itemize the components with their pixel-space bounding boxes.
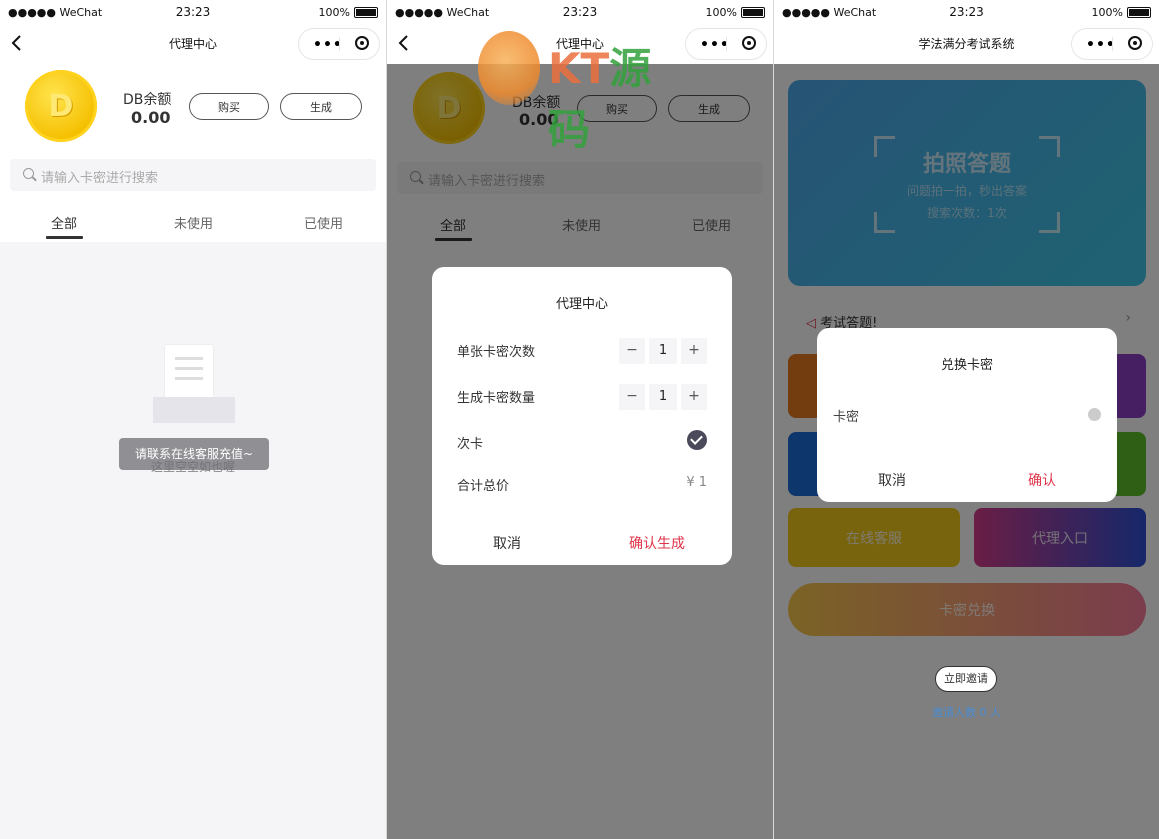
generate-button[interactable]: 生成	[280, 93, 362, 120]
battery-percent: 100%	[318, 6, 350, 19]
miniprogram-capsule: •••	[1071, 28, 1153, 60]
dialog-title: 兑换卡密	[940, 358, 993, 373]
decrement-button[interactable]: −	[619, 338, 645, 364]
agent-center-screen: ●●●●● WeChat 23:23 100% 代理中心 ••• D DB余额 …	[0, 0, 386, 839]
tray-icon	[153, 397, 235, 423]
battery-percent: 100%	[1091, 6, 1123, 19]
active-tab-indicator	[46, 236, 83, 239]
tab-used[interactable]: 已使用	[304, 213, 343, 232]
increment-button[interactable]: +	[681, 338, 707, 364]
close-miniprogram-icon[interactable]	[1128, 36, 1142, 50]
tab-all[interactable]: 全部	[51, 213, 77, 232]
buy-button[interactable]: 购买	[189, 93, 269, 120]
cancel-button[interactable]: 取消	[817, 470, 967, 490]
invite-count: 邀请人数 0 人	[932, 706, 1001, 719]
status-bar: ●●●●● WeChat 23:23 100%	[0, 0, 386, 24]
per-card-count-stepper: − 1 +	[619, 338, 707, 364]
dialog-title: 代理中心	[555, 297, 608, 312]
tab-unused[interactable]: 未使用	[174, 213, 213, 232]
exam-system-screen: ●●●●● WeChat 23:23 100% 学法满分考试系统 ••• 拍照答…	[774, 0, 1159, 839]
document-icon	[165, 345, 213, 401]
total-price-value: ¥ 1	[686, 475, 707, 490]
card-code-input[interactable]: 卡密	[833, 406, 859, 425]
coin-icon: D	[25, 70, 97, 142]
toast-message: 请联系在线客服充值~	[119, 438, 269, 470]
miniprogram-capsule: •••	[685, 28, 767, 60]
confirm-button[interactable]: 确认	[967, 470, 1117, 490]
count-card-label: 次卡	[457, 437, 484, 452]
stepper-value[interactable]: 1	[649, 384, 677, 410]
nav-bar: 代理中心 •••	[0, 24, 386, 64]
increment-button[interactable]: +	[681, 384, 707, 410]
redeem-card-dialog: 兑换卡密 卡密 取消 确认	[817, 328, 1117, 502]
agent-center-generate-screen: ●●●●● WeChat 23:23 100% 代理中心 ••• D DB余额 …	[387, 0, 773, 839]
stepper-value[interactable]: 1	[649, 338, 677, 364]
close-miniprogram-icon[interactable]	[742, 36, 756, 50]
close-miniprogram-icon[interactable]	[355, 36, 369, 50]
card-quantity-stepper: − 1 +	[619, 384, 707, 410]
search-placeholder: 请输入卡密进行搜索	[41, 171, 159, 186]
filter-tabs: 全部 未使用 已使用	[0, 204, 386, 240]
total-price-label: 合计总价	[457, 479, 510, 494]
miniprogram-capsule: •••	[298, 28, 380, 60]
card-quantity-label: 生成卡密数量	[457, 391, 536, 406]
status-bar: ●●●●● WeChat 23:23 100%	[774, 0, 1159, 24]
count-card-check-icon[interactable]	[687, 430, 707, 450]
invite-button[interactable]: 立即邀请	[935, 666, 997, 692]
search-icon	[23, 168, 34, 179]
battery-icon	[741, 7, 765, 18]
confirm-generate-button[interactable]: 确认生成	[582, 533, 732, 553]
cancel-button[interactable]: 取消	[432, 533, 582, 553]
battery-icon	[1127, 7, 1151, 18]
nav-bar: 代理中心 •••	[387, 24, 773, 64]
balance-header: D DB余额 0.00 购买 生成 请输入卡密进行搜索 全部 未使用 已使用	[0, 64, 386, 242]
per-card-count-label: 单张卡密次数	[457, 345, 536, 360]
battery-icon	[354, 7, 378, 18]
search-input[interactable]: 请输入卡密进行搜索	[10, 159, 376, 191]
clear-input-icon[interactable]	[1088, 408, 1101, 421]
balance-label: DB余额	[123, 92, 172, 108]
battery-percent: 100%	[705, 6, 737, 19]
status-bar: ●●●●● WeChat 23:23 100%	[387, 0, 773, 24]
nav-bar: 学法满分考试系统 •••	[774, 24, 1159, 64]
balance-value: 0.00	[131, 108, 171, 127]
decrement-button[interactable]: −	[619, 384, 645, 410]
empty-state-illustration	[120, 330, 270, 430]
generate-card-dialog: 代理中心 单张卡密次数 − 1 + 生成卡密数量 − 1 + 次卡 合计总价 ¥…	[432, 267, 732, 565]
